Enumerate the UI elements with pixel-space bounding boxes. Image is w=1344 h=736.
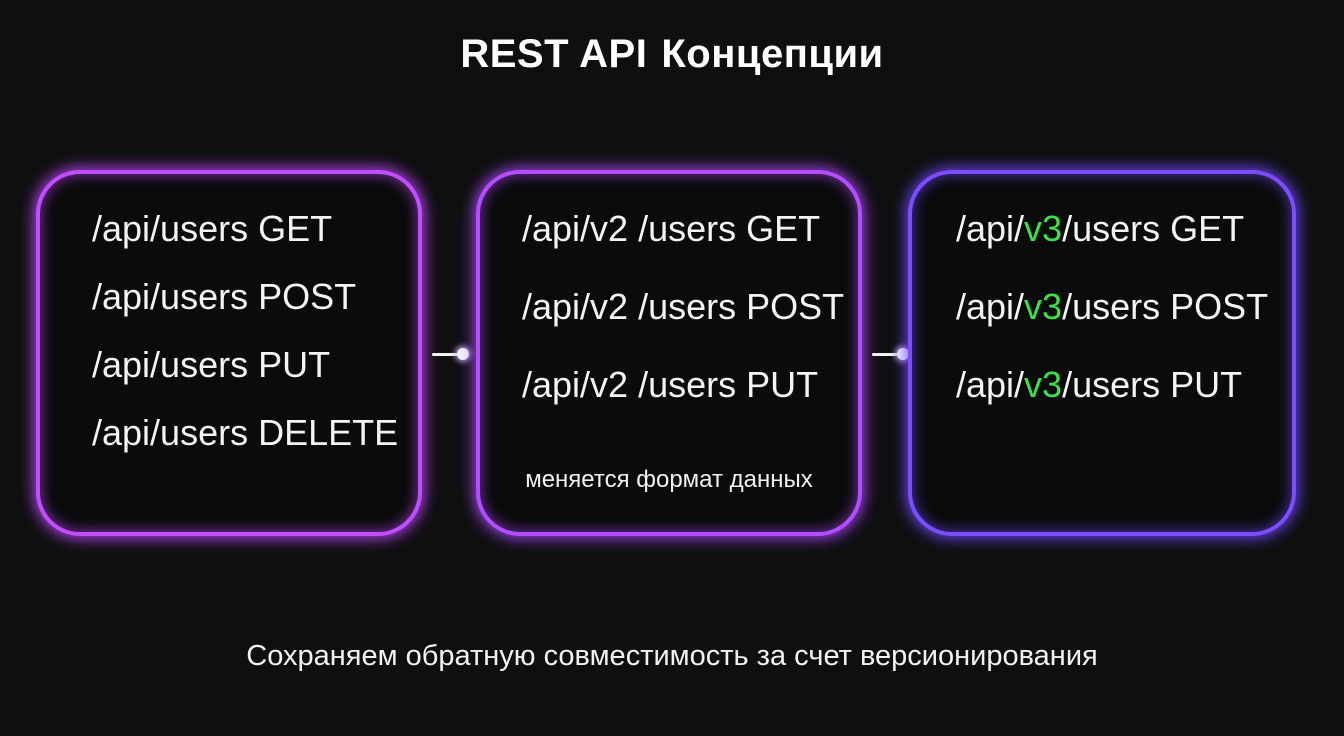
endpoint-prefix: /api/ — [956, 286, 1025, 327]
endpoint-prefix: /api/ — [956, 208, 1025, 249]
endpoints-box-v3: /api/v3/users GET /api/v3/users POST /ap… — [908, 170, 1296, 536]
endpoint-suffix: /users PUT — [1062, 364, 1243, 405]
endpoint-get: /api/v3/users GET — [956, 208, 1244, 250]
endpoint-put: /api/v2 /users PUT — [522, 364, 819, 405]
version-label: v3 — [1024, 364, 1063, 405]
data-format-note: меняется формат данных — [525, 466, 813, 493]
endpoint-get: /api/users GET — [92, 208, 333, 249]
slide: REST API Концепции /api/users GET /api/us… — [0, 0, 1344, 736]
endpoint-post: /api/users POST — [92, 276, 357, 317]
endpoint-put: /api/users PUT — [92, 344, 331, 385]
version-label: v3 — [1024, 286, 1063, 327]
endpoint-post: /api/v3/users POST — [956, 286, 1268, 328]
connector-dot — [457, 348, 469, 360]
endpoint-delete: /api/users DELETE — [92, 412, 399, 453]
endpoint-prefix: /api/ — [956, 364, 1025, 405]
endpoints-box-v1: /api/users GET /api/users POST /api/user… — [36, 170, 422, 536]
endpoint-suffix: /users POST — [1062, 286, 1269, 327]
title-part-concepts: Концепции — [661, 32, 884, 76]
slide-title: REST API Концепции — [0, 32, 1344, 77]
connector-arrow — [872, 348, 912, 360]
endpoint-suffix: /users GET — [1062, 208, 1245, 249]
endpoint-post: /api/v2 /users POST — [522, 286, 845, 327]
version-label: v3 — [1024, 208, 1063, 249]
footer-caption: Сохраняем обратную совместимость за счет… — [246, 640, 1098, 672]
endpoints-box-v2: /api/v2 /users GET /api/v2 /users POST /… — [476, 170, 862, 536]
endpoint-get: /api/v2 /users GET — [522, 208, 821, 249]
title-part-rest-api: REST API — [460, 32, 648, 76]
endpoint-put: /api/v3/users PUT — [956, 364, 1242, 406]
connector-arrow — [432, 348, 472, 360]
